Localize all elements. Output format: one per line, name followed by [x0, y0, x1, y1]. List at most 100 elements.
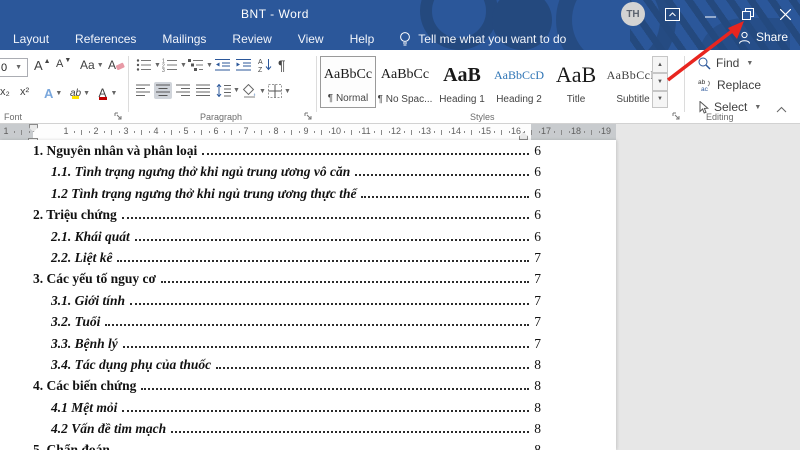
share-person-icon	[738, 31, 750, 44]
gallery-more-button[interactable]: ▼	[652, 90, 668, 108]
toc-row[interactable]: 2. Triệu chứng 6	[0, 207, 541, 228]
subscript-button[interactable]: x₂	[0, 86, 10, 98]
chevron-up-icon	[776, 106, 787, 113]
table-of-contents: 1. Nguyên nhân và phân loại 6 1.1. Tình tr…	[0, 143, 616, 450]
styles-dialog-launcher[interactable]	[672, 112, 682, 122]
tab-layout[interactable]: Layout	[0, 29, 62, 49]
multilevel-list-button[interactable]: ▼	[188, 58, 213, 72]
find-button[interactable]: Find ▼	[698, 56, 753, 70]
svg-text:ab: ab	[698, 79, 706, 86]
clear-formatting-button[interactable]: A	[108, 58, 125, 72]
style-chip-normal[interactable]: AaBbCc ¶ Normal	[320, 56, 376, 108]
gallery-down-button[interactable]: ▼	[652, 73, 668, 91]
toc-page-number: 6	[534, 164, 541, 180]
styles-gallery-scroll: ▲ ▼ ▼	[652, 56, 668, 108]
ruler-number: 9	[303, 126, 309, 136]
ruler-number: 12	[390, 126, 402, 136]
toc-row[interactable]: 2.1. Khái quát 6	[0, 229, 541, 250]
tab-review[interactable]: Review	[219, 29, 284, 49]
toc-row[interactable]: 1.2 Tình trạng ngưng thở khi ngủ trung ư…	[0, 186, 541, 207]
tab-view[interactable]: View	[285, 29, 337, 49]
gallery-up-button[interactable]: ▲	[652, 56, 668, 74]
user-avatar[interactable]: TH	[621, 2, 645, 26]
paragraph-dialog-launcher[interactable]	[304, 112, 314, 122]
font-size-input[interactable]: 0 ▼	[0, 58, 28, 77]
ruler-number: 4	[153, 126, 159, 136]
borders-grid-icon	[268, 84, 282, 98]
close-button[interactable]	[768, 0, 800, 28]
dot-leader	[171, 431, 530, 434]
toc-row[interactable]: 3.2. Tuổi 7	[0, 314, 541, 335]
align-right-icon	[176, 84, 190, 96]
toc-row[interactable]: 3.3. Bệnh lý 7	[0, 336, 541, 357]
toc-page-number: 6	[534, 185, 541, 201]
sort-button[interactable]: AZ	[258, 57, 272, 72]
ribbon-display-options-button[interactable]	[655, 0, 689, 28]
style-chip-h2[interactable]: AaBbCcD Heading 2	[491, 56, 547, 108]
font-dialog-launcher[interactable]	[114, 112, 124, 122]
toc-row[interactable]: 4.2 Vấn đề tim mạch 8	[0, 421, 541, 442]
word-window: BNT - Word TH Layout References Mailings Re…	[0, 0, 800, 450]
restore-button[interactable]	[731, 0, 765, 28]
show-hide-pilcrow-button[interactable]: ¶	[278, 57, 286, 73]
increase-indent-button[interactable]	[236, 58, 251, 72]
ribbon-tabs: Layout References Mailings Review View Help T…	[0, 28, 800, 50]
align-left-button[interactable]	[136, 84, 150, 97]
change-case-button[interactable]: Aa ▼	[80, 58, 104, 72]
highlight-button[interactable]: ab ▼	[70, 84, 90, 102]
eraser-icon	[116, 62, 125, 70]
shrink-font-button[interactable]: A ▼	[56, 57, 71, 71]
justify-button[interactable]	[196, 84, 210, 97]
toc-page-number: 7	[534, 314, 541, 330]
toc-page-number: 8	[534, 356, 541, 372]
grow-font-button[interactable]: A ▲	[34, 58, 51, 73]
document-page[interactable]: 1. Nguyên nhân và phân loại 6 1.1. Tình tr…	[0, 140, 616, 450]
text-effects-button[interactable]: A ▼	[44, 86, 62, 101]
numbering-button[interactable]: 1 2 3 ▼	[162, 58, 187, 73]
share-button[interactable]: Share	[738, 30, 788, 44]
tab-help[interactable]: Help	[337, 29, 388, 49]
toc-row[interactable]: 1.1. Tình trạng ngưng thở khi ngủ trung …	[0, 164, 541, 185]
shading-button[interactable]: ▼	[242, 84, 266, 98]
line-spacing-button[interactable]: ▼	[216, 84, 240, 97]
toc-row[interactable]: 5. Chẩn đoán 8	[0, 442, 541, 450]
tell-me-label: Tell me what you want to do	[418, 32, 567, 46]
dot-leader	[122, 345, 530, 348]
toc-row[interactable]: 3.4. Tác dụng phụ của thuốc 8	[0, 357, 541, 378]
font-color-button[interactable]: A ▼	[98, 84, 117, 102]
style-name: Heading 1	[439, 94, 485, 105]
tell-me-box[interactable]: Tell me what you want to do	[399, 31, 566, 47]
toc-page-number: 7	[534, 271, 541, 287]
style-chip-title[interactable]: AaB Title	[548, 56, 604, 108]
toc-entry-text: 4.1 Mệt mỏi	[51, 399, 118, 415]
tab-references[interactable]: References	[62, 29, 149, 49]
horizontal-ruler[interactable]: 1 2 3 4 5 6 7 8 9 10 11 12 13 14 15 16 17 18 19 1	[0, 124, 616, 144]
dot-leader	[160, 281, 530, 284]
increase-indent-icon	[236, 59, 251, 71]
collapse-ribbon-button[interactable]	[776, 106, 787, 113]
tab-mailings[interactable]: Mailings	[149, 29, 219, 49]
decrease-indent-button[interactable]	[215, 58, 230, 72]
toc-row[interactable]: 1. Nguyên nhân và phân loại 6	[0, 143, 541, 164]
align-center-button[interactable]	[154, 82, 172, 99]
bullets-button[interactable]: ▼	[136, 58, 161, 72]
minimize-button[interactable]	[693, 0, 727, 28]
ruler-number: 18	[570, 126, 582, 136]
toc-row[interactable]: 3. Các yếu tố nguy cơ 7	[0, 271, 541, 292]
style-chip-h1[interactable]: AaB Heading 1	[434, 56, 490, 108]
style-name: Subtitle	[616, 94, 650, 105]
toc-row[interactable]: 4. Các biến chứng 8	[0, 378, 541, 399]
toc-page-number: 7	[534, 292, 541, 308]
share-label: Share	[755, 30, 788, 44]
replace-button[interactable]: ab ac Replace	[698, 78, 761, 92]
style-name: Title	[566, 94, 586, 105]
superscript-button[interactable]: x²	[20, 86, 29, 98]
toc-row[interactable]: 2.2. Liệt kê 7	[0, 250, 541, 271]
align-right-button[interactable]	[176, 84, 190, 97]
style-chip-nospac[interactable]: AaBbCc ¶ No Spac...	[377, 56, 433, 108]
borders-button[interactable]: ▼	[268, 84, 291, 98]
dot-leader	[216, 366, 530, 369]
dot-leader	[355, 174, 530, 177]
toc-row[interactable]: 3.1. Giới tính 7	[0, 293, 541, 314]
toc-row[interactable]: 4.1 Mệt mỏi 8	[0, 400, 541, 421]
